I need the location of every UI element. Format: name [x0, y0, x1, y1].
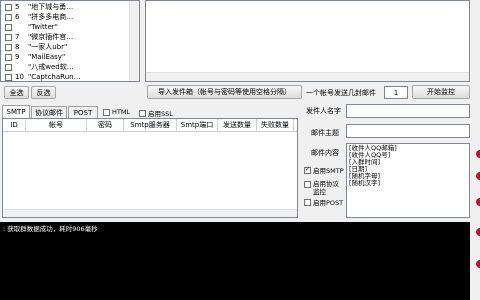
- import-sender-button[interactable]: 导入发件箱（帐号与密码等使用空格分隔）: [147, 85, 302, 99]
- tab-smtp[interactable]: SMTP: [2, 105, 30, 118]
- table-hscrollbar[interactable]: [3, 209, 297, 217]
- list-item[interactable]: 5 "地下城与勇…: [5, 2, 129, 12]
- tab-post[interactable]: POST: [68, 106, 98, 118]
- table-column-header[interactable]: 失败数量: [257, 119, 294, 131]
- protocol-label-line2: 监控: [313, 188, 326, 196]
- table-column-header[interactable]: Smtp端口: [177, 119, 218, 131]
- list-item-number: 5: [15, 3, 20, 11]
- content-textarea[interactable]: [收件人QQ邮箱] [收件人QQ号] [入群时间] [日期] [随机字母] [随机汉字]: [346, 143, 470, 218]
- side-dot-icon: [476, 228, 480, 236]
- list-item-text: "微京插件官…: [28, 33, 74, 41]
- list-item-number: 10: [15, 73, 24, 81]
- sender-table[interactable]: ID 帐号 密码 Smtp服务器 Smtp端口 发送数量 失败数量: [2, 118, 298, 218]
- ssl-checkbox[interactable]: [139, 109, 146, 117]
- subject-input[interactable]: [346, 124, 470, 138]
- list-item-checkbox[interactable]: [5, 13, 12, 21]
- top-right-panel: [145, 0, 470, 82]
- select-all-button[interactable]: 全选: [4, 86, 29, 99]
- list-item-checkbox[interactable]: [5, 43, 12, 51]
- option-post[interactable]: 启用POST: [304, 197, 343, 207]
- sender-name-label: 发件人名字: [306, 107, 341, 115]
- list-item-checkbox[interactable]: [5, 3, 12, 11]
- list-item-text: "一家人ubr": [28, 43, 68, 51]
- list-item[interactable]: 9 "MailEasy": [5, 52, 129, 62]
- ssl-option-label: 启用SSL: [148, 110, 173, 118]
- list-item-number: 8: [15, 43, 20, 51]
- list-item-text: "八戒wed软…: [28, 63, 74, 71]
- account-list[interactable]: 5 "地下城与勇… 6 "拼多多电商… "Twitter" 7 "微京插件官… 8 "一家人ub…: [0, 0, 140, 82]
- side-dot-icon: [476, 172, 480, 180]
- content-label: 邮件内容: [311, 149, 339, 157]
- list-item-number: 6: [15, 13, 20, 21]
- table-column-header[interactable]: Smtp服务器: [124, 119, 177, 131]
- list-item-text: "地下城与勇…: [28, 3, 74, 11]
- post-checkbox-label: 启用POST: [313, 199, 344, 207]
- tab-protocol-mail-label: 协议邮件: [35, 108, 63, 117]
- list-item-number: 9: [15, 53, 20, 61]
- list-item-checkbox[interactable]: [5, 73, 12, 81]
- sender-name-input[interactable]: [346, 104, 470, 118]
- list-item-checkbox[interactable]: [5, 23, 12, 31]
- tab-post-label: POST: [73, 108, 93, 117]
- side-dot-icon: [476, 150, 480, 158]
- side-dot-icon: [476, 198, 480, 206]
- protocol-checkbox[interactable]: [304, 181, 311, 188]
- list-item-checkbox[interactable]: [5, 53, 12, 61]
- list-item-checkbox[interactable]: [5, 63, 12, 71]
- tab-smtp-label: SMTP: [6, 108, 26, 116]
- per-account-label: 一个帐号发送几封邮件: [306, 89, 376, 97]
- tab-protocol-mail[interactable]: 协议邮件: [31, 106, 67, 118]
- list-item-number: 7: [15, 33, 20, 41]
- html-checkbox[interactable]: [103, 108, 110, 116]
- list-item[interactable]: 8 "一家人ubr": [5, 42, 129, 52]
- smtp-checkbox[interactable]: ✓: [304, 166, 311, 174]
- per-account-input[interactable]: 1: [384, 86, 408, 99]
- list-item[interactable]: "Twitter": [5, 22, 129, 32]
- top-right-scrollbar[interactable]: [146, 72, 469, 81]
- invert-selection-button[interactable]: 反选: [31, 86, 56, 99]
- subject-label: 邮件主题: [311, 129, 339, 137]
- html-option[interactable]: HTML: [103, 108, 130, 116]
- table-column-header[interactable]: 帐号: [26, 119, 87, 131]
- post-checkbox[interactable]: [304, 198, 311, 206]
- protocol-label-line1: 启用协议: [313, 180, 339, 188]
- account-list-scrollbar[interactable]: [129, 1, 139, 81]
- side-dot-icon: [476, 260, 480, 268]
- option-smtp[interactable]: ✓ 启用SMTP: [304, 165, 344, 175]
- list-item[interactable]: 10 "CaptchaRun…: [5, 72, 129, 82]
- html-option-label: HTML: [112, 108, 131, 116]
- list-item[interactable]: 6 "拼多多电商…: [5, 12, 129, 22]
- start-monitor-button[interactable]: 开始监控: [412, 85, 470, 99]
- table-column-header[interactable]: 发送数量: [218, 119, 257, 131]
- table-column-header[interactable]: ID: [3, 119, 26, 131]
- content-lines: [收件人QQ邮箱] [收件人QQ号] [入群时间] [日期] [随机字母] [随机汉字]: [349, 145, 467, 187]
- list-item-text: "Twitter": [28, 23, 58, 31]
- content-line: [随机汉字]: [349, 179, 381, 187]
- log-console[interactable]: : 获取群数据成功，耗时906毫秒: [0, 222, 470, 300]
- smtp-checkbox-label: 启用SMTP: [313, 167, 344, 175]
- list-item-text: "拼多多电商…: [28, 13, 74, 21]
- list-item-checkbox[interactable]: [5, 33, 12, 41]
- option-protocol[interactable]: 启用协议 监控: [304, 180, 339, 196]
- list-item-text: "MailEasy": [28, 53, 66, 61]
- list-item[interactable]: "八戒wed软…: [5, 62, 129, 72]
- table-header: ID 帐号 密码 Smtp服务器 Smtp端口 发送数量 失败数量: [3, 119, 297, 132]
- list-item-text: "CaptchaRun…: [28, 73, 81, 81]
- account-list-rows: 5 "地下城与勇… 6 "拼多多电商… "Twitter" 7 "微京插件官… 8 "一家人ub…: [5, 2, 129, 82]
- table-column-header[interactable]: 密码: [87, 119, 124, 131]
- log-line: : 获取群数据成功，耗时906毫秒: [3, 225, 98, 233]
- ssl-option[interactable]: 启用SSL: [139, 108, 173, 118]
- list-item[interactable]: 7 "微京插件官…: [5, 32, 129, 42]
